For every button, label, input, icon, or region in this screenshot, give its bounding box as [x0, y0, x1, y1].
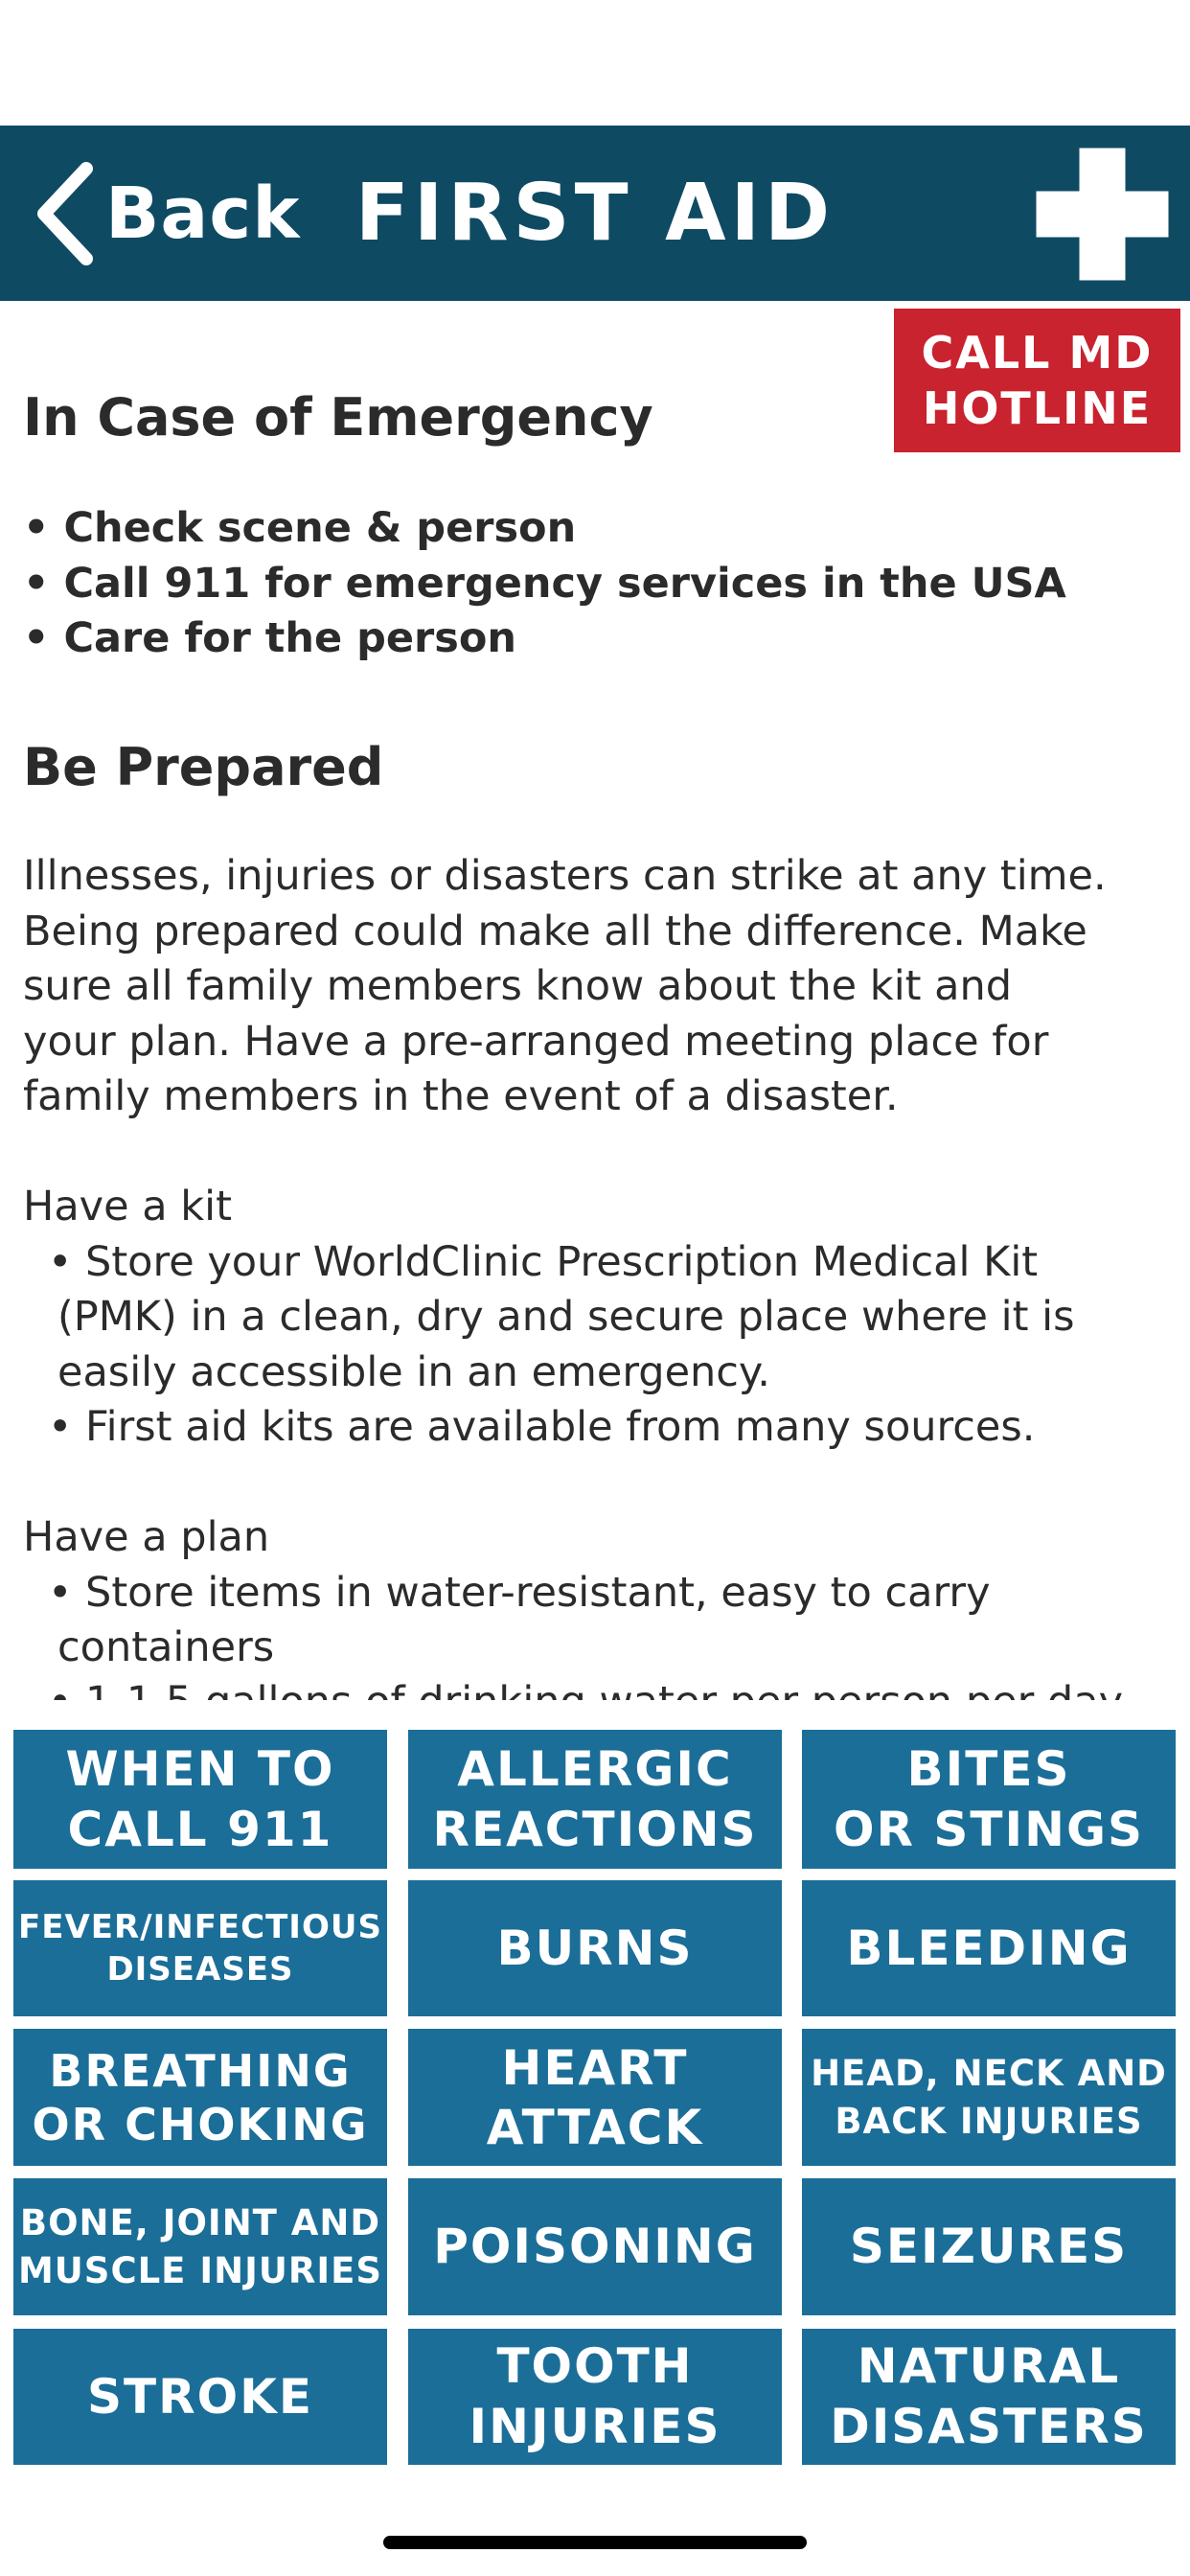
content-scroll-area[interactable]: In Case of Emergency • Check scene & per…	[0, 301, 1190, 1700]
back-label: Back	[105, 172, 301, 255]
tile-label-line2: ATTACK	[486, 2099, 704, 2155]
tile-label-line1: HEAD, NECK AND	[811, 2052, 1167, 2094]
tile-label-line1: POISONING	[433, 2219, 757, 2274]
plan-line: containers	[57, 1623, 275, 1671]
tile-label-line1: BLEEDING	[846, 1920, 1132, 1976]
plan-line: • 1-1.5 gallons of drinking water per pe…	[48, 1678, 1123, 1700]
tile-label-line2: OR CHOKING	[32, 2098, 369, 2150]
kit-line: • Store your WorldClinic Prescription Me…	[48, 1238, 1039, 1286]
tile-label-line1: NATURAL	[857, 2338, 1121, 2394]
plan-title: Have a plan	[23, 1513, 270, 1561]
emergency-step: • Call 911 for emergency services in the…	[23, 560, 1066, 608]
tile-label-line2: REACTIONS	[432, 1801, 758, 1857]
emergency-heading: In Case of Emergency	[23, 387, 653, 448]
tile-bites-or-stings[interactable]: BITES OR STINGS	[802, 1730, 1176, 1869]
tile-tooth-injuries[interactable]: TOOTH INJURIES	[408, 2329, 782, 2465]
back-button[interactable]: Back	[34, 156, 300, 271]
tile-label-line1: WHEN TO	[65, 1740, 335, 1797]
kit-line: (PMK) in a clean, dry and secure place w…	[57, 1293, 1075, 1341]
tile-label-line2: DISASTERS	[830, 2399, 1148, 2454]
emergency-step: • Care for the person	[23, 614, 516, 662]
kit-title: Have a kit	[23, 1183, 232, 1230]
nav-bar: FIRST AID Back	[0, 126, 1190, 301]
tile-label-line2: CALL 911	[67, 1801, 333, 1857]
paragraph-line: your plan. Have a pre-arranged meeting p…	[23, 1018, 1049, 1066]
emergency-step: • Check scene & person	[23, 504, 577, 552]
tile-label-line1: FEVER/INFECTIOUS	[18, 1908, 382, 1946]
tile-label-line1: STROKE	[86, 2368, 314, 2425]
tile-label-line1: ALLERGIC	[457, 1740, 733, 1797]
be-prepared-heading: Be Prepared	[23, 737, 384, 797]
kit-line: easily accessible in an emergency.	[57, 1348, 770, 1396]
chevron-left-icon	[37, 162, 93, 265]
tile-label-line1: HEART	[501, 2039, 689, 2096]
paragraph-line: family members in the event of a disaste…	[23, 1072, 899, 1120]
tile-label-line2: OR STINGS	[833, 1801, 1145, 1857]
kit-line: • First aid kits are available from many…	[48, 1403, 1036, 1451]
tile-when-to-call-911[interactable]: WHEN TO CALL 911	[13, 1730, 387, 1869]
paragraph-line: Being prepared could make all the differ…	[23, 908, 1087, 955]
home-indicator[interactable]	[383, 2536, 807, 2549]
plan-line: • Store items in water-resistant, easy t…	[48, 1569, 991, 1617]
tile-burns[interactable]: BURNS	[408, 1880, 782, 2016]
tile-label-line1: SEIZURES	[849, 2219, 1129, 2274]
tile-label-line1: TOOTH	[496, 2338, 694, 2394]
tile-fever-infectious-diseases[interactable]: FEVER/INFECTIOUS DISEASES	[13, 1880, 387, 2016]
tile-seizures[interactable]: SEIZURES	[802, 2178, 1176, 2315]
paragraph-line: sure all family members know about the k…	[23, 962, 1013, 1010]
tile-label-line1: BREATHING	[49, 2044, 352, 2097]
tile-bone-joint-muscle-injuries[interactable]: BONE, JOINT AND MUSCLE INJURIES	[13, 2178, 387, 2315]
tile-label-line2: DISEASES	[106, 1950, 294, 1989]
tile-natural-disasters[interactable]: NATURAL DISASTERS	[802, 2329, 1176, 2465]
medical-cross-icon[interactable]	[1033, 145, 1172, 284]
tile-bleeding[interactable]: BLEEDING	[802, 1880, 1176, 2016]
tile-breathing-or-choking[interactable]: BREATHING OR CHOKING	[13, 2029, 387, 2166]
tile-label-line1: BONE, JOINT AND	[19, 2201, 381, 2243]
tile-heart-attack[interactable]: HEART ATTACK	[408, 2029, 782, 2166]
paragraph-line: Illnesses, injuries or disasters can str…	[23, 852, 1107, 900]
tile-label-line1: BURNS	[496, 1920, 694, 1976]
tile-stroke[interactable]: STROKE	[13, 2329, 387, 2465]
tile-label-line2: MUSCLE INJURIES	[17, 2249, 383, 2291]
tile-poisoning[interactable]: POISONING	[408, 2178, 782, 2315]
tile-label-line2: BACK INJURIES	[835, 2100, 1143, 2142]
tile-allergic-reactions[interactable]: ALLERGIC REACTIONS	[408, 1730, 782, 1869]
tile-label-line2: INJURIES	[469, 2399, 721, 2454]
tile-head-neck-back-injuries[interactable]: HEAD, NECK AND BACK INJURIES	[802, 2029, 1176, 2166]
tile-label-line1: BITES	[906, 1740, 1071, 1797]
